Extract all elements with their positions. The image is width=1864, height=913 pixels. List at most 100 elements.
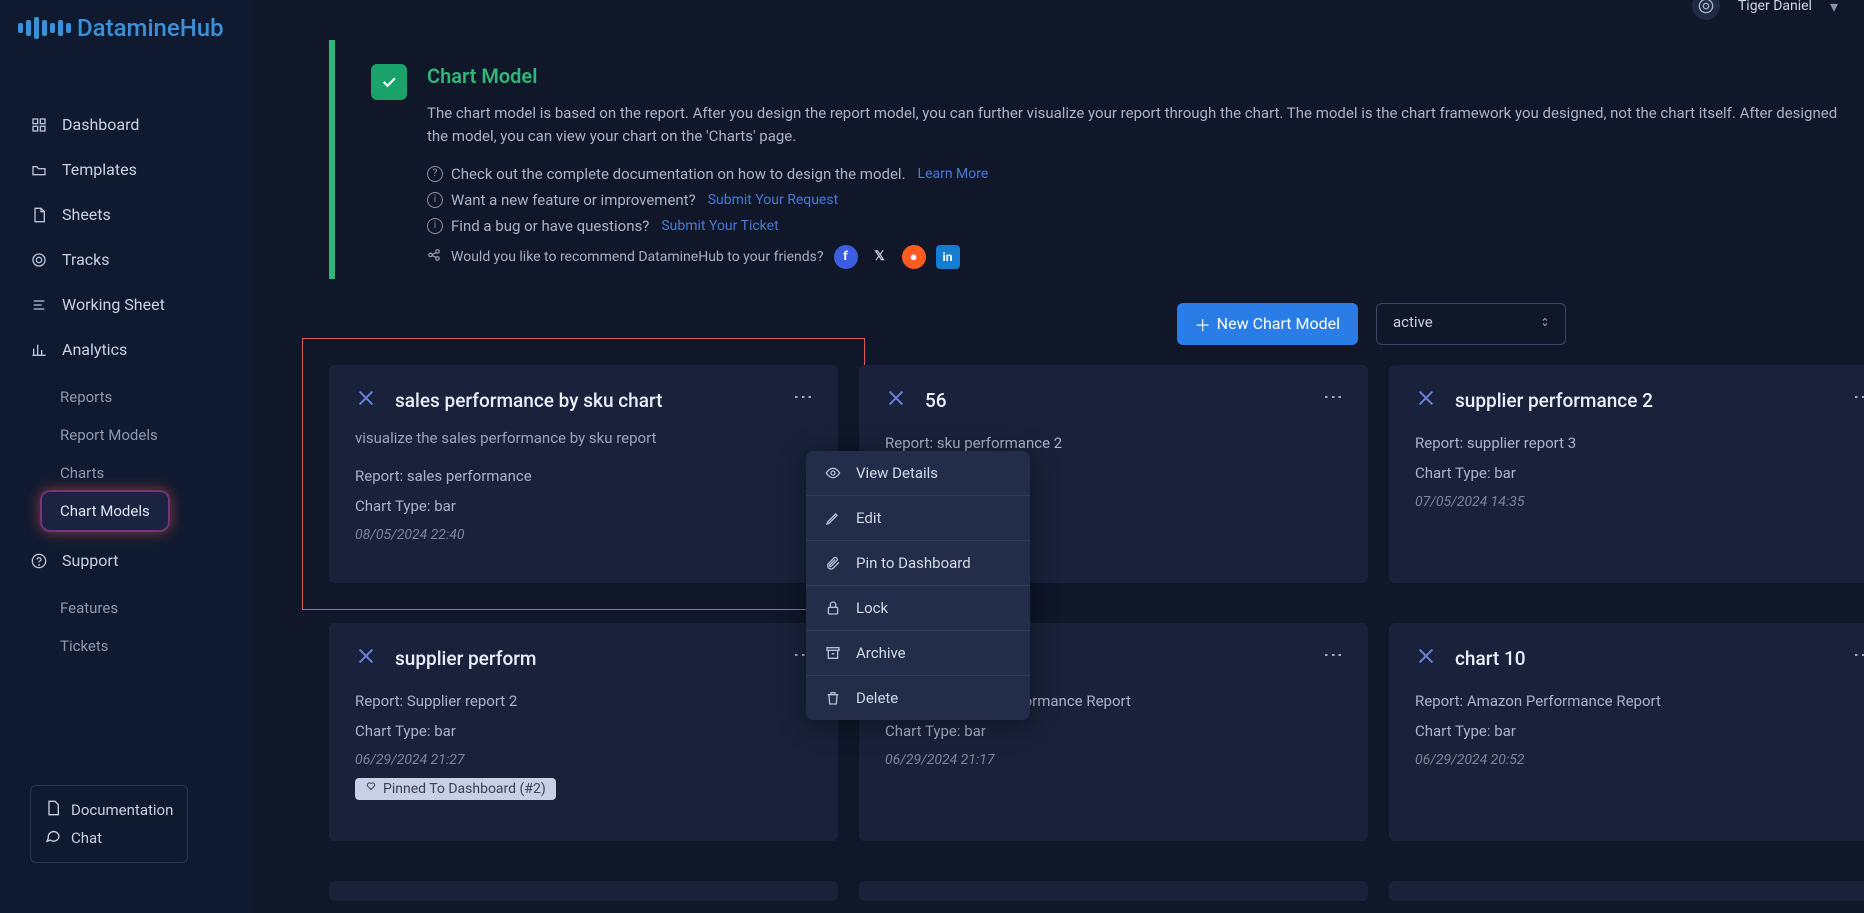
pinned-badge: Pinned To Dashboard (#2): [355, 778, 556, 800]
folder-icon: [30, 162, 48, 178]
nav-item-analytics[interactable]: Analytics: [10, 327, 242, 372]
card-menu-button[interactable]: ⋮: [1852, 387, 1864, 406]
menu-edit[interactable]: Edit: [806, 495, 1030, 540]
linkedin-icon[interactable]: in: [936, 245, 960, 269]
card-date: 08/05/2024 22:40: [355, 521, 812, 543]
brand-logo[interactable]: DatamineHub: [0, 4, 252, 102]
x-icon[interactable]: 𝕏: [868, 245, 892, 269]
new-chart-model-button[interactable]: ＋ New Chart Model: [1177, 303, 1358, 345]
brand-text: DatamineHub: [77, 14, 224, 42]
bar-chart-icon: [30, 342, 48, 358]
subnav-features[interactable]: Features: [60, 589, 242, 627]
nav-item-working-sheet[interactable]: Working Sheet: [10, 282, 242, 327]
menu-label: Delete: [856, 689, 898, 707]
chart-card-icon: [1415, 645, 1437, 672]
menu-label: Pin to Dashboard: [856, 554, 971, 572]
nav-sub-support: Features Tickets: [10, 583, 242, 665]
card-type: Chart Type: bar: [885, 716, 1342, 746]
chart-model-card[interactable]: supplier perform ⋮ Report: Supplier repo…: [329, 623, 838, 841]
chart-model-card[interactable]: sales performance by sku chart ⋮ visuali…: [329, 365, 838, 583]
card-menu-button[interactable]: ⋮: [1322, 387, 1346, 406]
card-description: visualize the sales performance by sku r…: [355, 428, 812, 450]
card-type: Chart Type: bar: [1415, 716, 1864, 746]
menu-view-details[interactable]: View Details: [806, 451, 1030, 495]
status-filter-select[interactable]: active: [1376, 303, 1566, 345]
subnav-chart-models[interactable]: Chart Models: [42, 492, 168, 530]
nav-item-templates[interactable]: Templates: [10, 147, 242, 192]
nav-label: Support: [62, 551, 118, 570]
sidebar-footer-box: Documentation Chat: [30, 785, 188, 863]
card-title: chart 10: [1455, 647, 1526, 670]
chart-card-icon: [885, 387, 907, 414]
nav-item-support[interactable]: Support: [10, 538, 242, 583]
card-menu-button[interactable]: ⋮: [792, 387, 816, 406]
info-row-text: Want a new feature or improvement?: [451, 191, 696, 209]
menu-label: Lock: [856, 599, 888, 617]
filter-selected-value: active: [1393, 313, 1433, 331]
learn-more-link[interactable]: Learn More: [918, 166, 989, 182]
card-report: Report: sales performance: [355, 461, 812, 491]
submit-ticket-link[interactable]: Submit Your Ticket: [661, 218, 778, 234]
card-date: 06/29/2024 21:27: [355, 746, 812, 768]
footer-doc-label: Documentation: [71, 801, 173, 819]
question-icon: ?: [427, 166, 443, 182]
reddit-icon[interactable]: ●: [902, 245, 926, 269]
file-icon: [30, 207, 48, 223]
info-row-bug: i Find a bug or have questions? Submit Y…: [427, 213, 1859, 239]
chart-model-card-partial[interactable]: [329, 881, 838, 901]
archive-icon: [824, 645, 842, 661]
chart-model-card-partial[interactable]: [859, 881, 1368, 901]
doc-icon: [45, 800, 61, 820]
card-menu-button[interactable]: ⋮: [1322, 645, 1346, 664]
nav-item-tracks[interactable]: Tracks: [10, 237, 242, 282]
card-report: Report: Amazon Performance Report: [1415, 686, 1864, 716]
info-row-docs: ? Check out the complete documentation o…: [427, 161, 1859, 187]
footer-documentation[interactable]: Documentation: [45, 796, 173, 824]
check-icon: [371, 64, 407, 100]
nav-main: Dashboard Templates Sheets Tracks Workin…: [0, 102, 252, 665]
card-menu-button[interactable]: ⋮: [1852, 645, 1864, 664]
card-report: Report: Supplier report 2: [355, 686, 812, 716]
menu-lock[interactable]: Lock: [806, 585, 1030, 630]
card-type: Chart Type: bar: [1415, 458, 1864, 488]
chart-model-card[interactable]: supplier performance 2 ⋮ Report: supplie…: [1389, 365, 1864, 583]
info-panel: Chart Model The chart model is based on …: [329, 30, 1859, 269]
chart-model-card[interactable]: chart 10 ⋮ Report: Amazon Performance Re…: [1389, 623, 1864, 841]
subnav-report-models[interactable]: Report Models: [60, 416, 242, 454]
logo-bars-icon: [18, 17, 71, 39]
help-icon: [30, 553, 48, 569]
menu-pin[interactable]: Pin to Dashboard: [806, 540, 1030, 585]
footer-chat[interactable]: Chat: [45, 824, 173, 852]
chat-icon: [45, 828, 61, 848]
chart-card-icon: [355, 387, 377, 414]
nav-item-dashboard[interactable]: Dashboard: [10, 102, 242, 147]
nav-label: Templates: [62, 160, 137, 179]
menu-label: Archive: [856, 644, 906, 662]
pinned-label: Pinned To Dashboard (#2): [383, 781, 546, 797]
facebook-icon[interactable]: f: [834, 245, 858, 269]
info-row-text: Check out the complete documentation on …: [451, 165, 906, 183]
cards-grid: sales performance by sku chart ⋮ visuali…: [329, 365, 1864, 901]
chart-model-card-partial[interactable]: [1389, 881, 1864, 901]
menu-label: Edit: [856, 509, 881, 527]
pencil-icon: [824, 510, 842, 526]
card-date: 06/29/2024 20:52: [1415, 746, 1864, 768]
nav-label: Tracks: [62, 250, 110, 269]
footer-chat-label: Chat: [71, 829, 102, 847]
new-chart-label: New Chart Model: [1217, 314, 1340, 333]
card-title: sales performance by sku chart: [395, 389, 662, 412]
submit-request-link[interactable]: Submit Your Request: [708, 192, 838, 208]
nav-label: Working Sheet: [62, 295, 165, 314]
subnav-tickets[interactable]: Tickets: [60, 627, 242, 665]
subnav-reports[interactable]: Reports: [60, 378, 242, 416]
target-icon: [30, 252, 48, 268]
card-date: 06/29/2024 21:17: [885, 746, 1342, 768]
pin-icon: [365, 781, 377, 797]
card-title: supplier performance 2: [1455, 389, 1653, 412]
menu-archive[interactable]: Archive: [806, 630, 1030, 675]
card-title: supplier perform: [395, 647, 537, 670]
menu-delete[interactable]: Delete: [806, 675, 1030, 720]
chevron-up-down-icon: [1539, 314, 1551, 334]
subnav-charts[interactable]: Charts: [60, 454, 242, 492]
nav-item-sheets[interactable]: Sheets: [10, 192, 242, 237]
